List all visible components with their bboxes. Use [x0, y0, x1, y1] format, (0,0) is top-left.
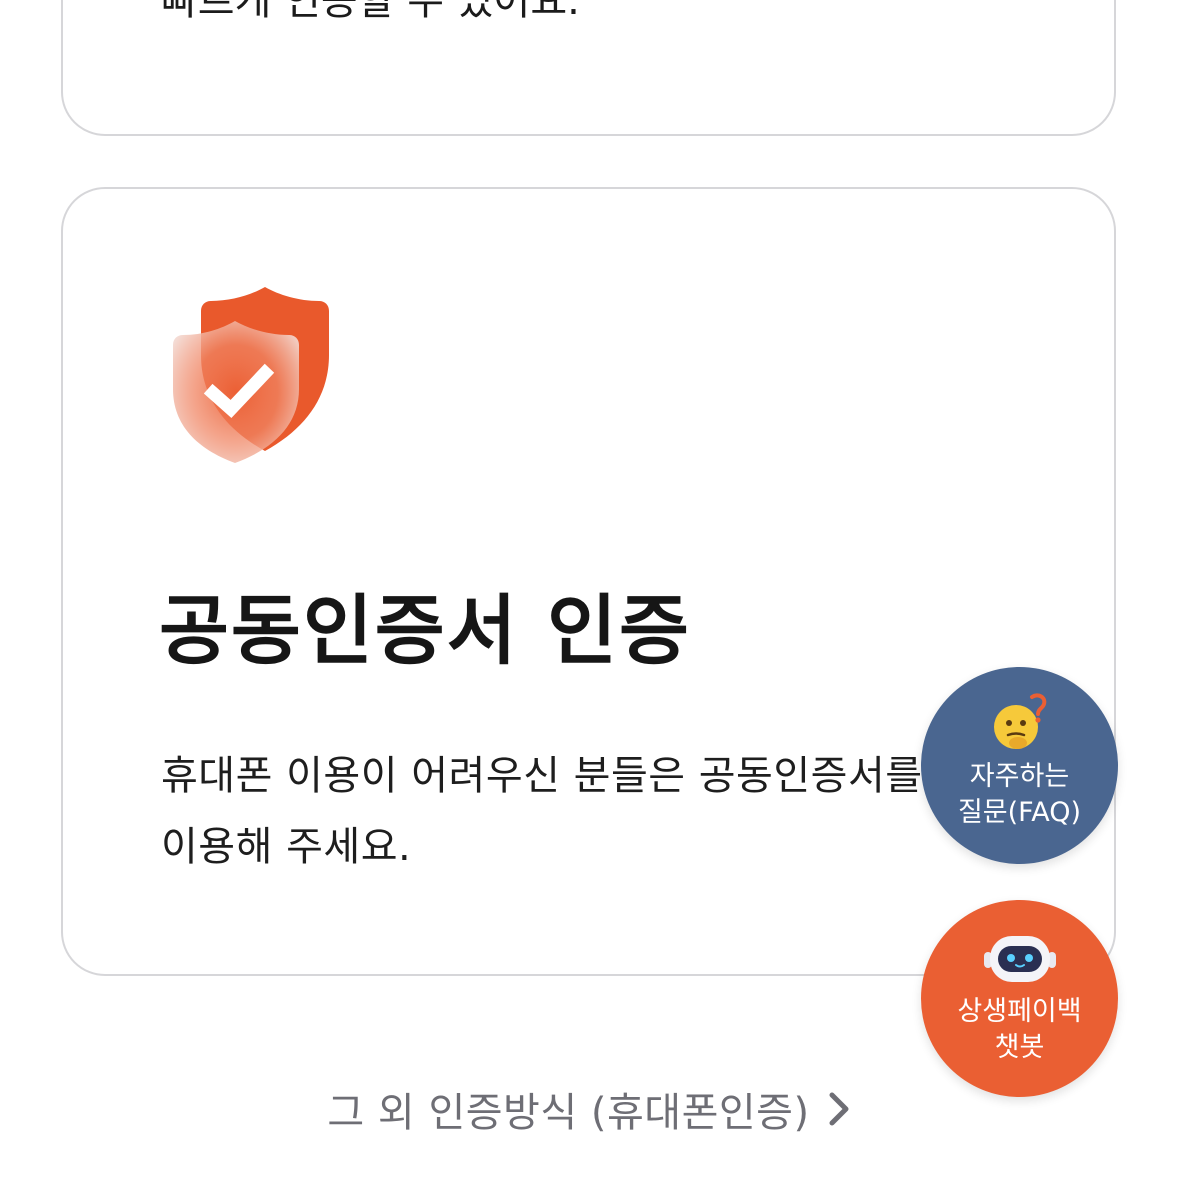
faq-button[interactable]: 자주하는 질문(FAQ)	[921, 667, 1118, 864]
other-auth-methods-link[interactable]: 그 외 인증방식 (휴대폰인증)	[0, 1080, 1179, 1138]
chatbot-button[interactable]: 상생페이백 챗봇	[921, 900, 1118, 1097]
card-description: 빠르게 인증할 수 있어요.	[161, 0, 580, 24]
auth-option-card-top[interactable]: 빠르게 인증할 수 있어요.	[61, 0, 1116, 136]
card-title: 공동인증서 인증	[159, 586, 691, 675]
auth-method-page: 빠르게 인증할 수 있어요. 공동인증서 인증 휴대폰 이용이 어려우신 분들은…	[0, 0, 1179, 1179]
shield-check-icon	[169, 285, 337, 469]
chatbot-label: 상생페이백 챗봇	[957, 996, 1082, 1063]
thinking-face-icon	[993, 693, 1046, 749]
chevron-right-icon	[829, 1092, 849, 1126]
card-description: 휴대폰 이용이 어려우신 분들은 공동인증서를 이용해 주세요.	[161, 753, 923, 870]
other-auth-methods-label: 그 외 인증방식 (휴대폰인증)	[327, 1090, 810, 1136]
robot-icon	[983, 936, 1056, 982]
faq-label: 자주하는 질문(FAQ)	[957, 761, 1082, 828]
auth-option-card-joint-certificate[interactable]: 공동인증서 인증 휴대폰 이용이 어려우신 분들은 공동인증서를 이용해 주세요…	[61, 187, 1116, 976]
